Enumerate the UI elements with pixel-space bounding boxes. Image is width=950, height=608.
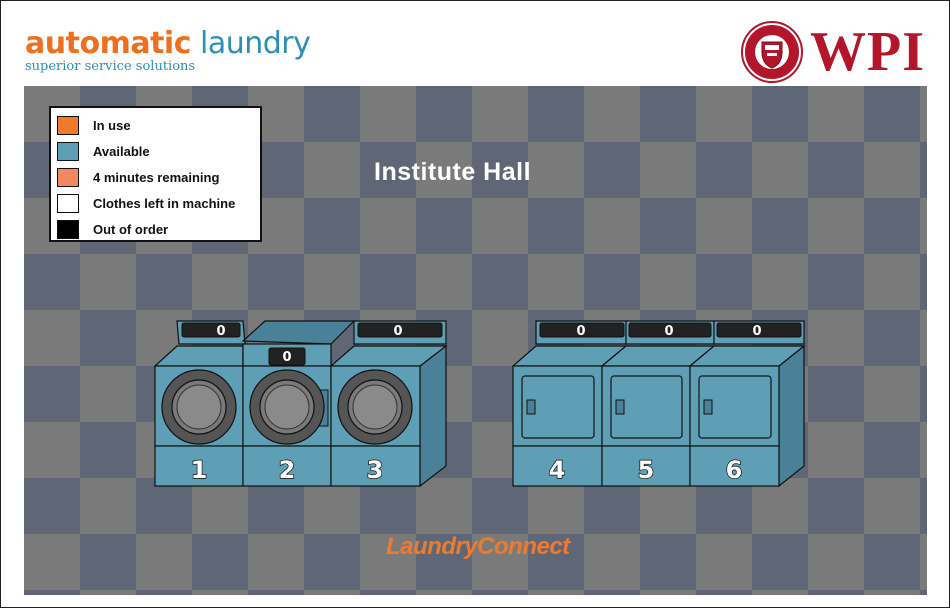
machine-1[interactable]: 0 1 — [153, 320, 246, 487]
washer-bank-side — [419, 344, 447, 488]
brand-name-part1: auto — [25, 26, 100, 61]
machine-number: 4 — [549, 456, 566, 484]
washer-group: 0 1 0 2 0 3 — [153, 320, 448, 488]
machine-number: 2 — [279, 456, 296, 484]
automatic-laundry-logo: automatic laundry superior service solut… — [25, 26, 311, 75]
door-handle-icon — [615, 399, 625, 415]
brand-name-part2: matic — [99, 26, 192, 61]
display-panel — [181, 322, 241, 338]
wpi-logo: WPI — [740, 20, 925, 84]
door-handle-icon — [526, 399, 536, 415]
dryer-group: 0 4 0 5 0 6 — [511, 320, 806, 488]
brand-tagline: superior service solutions — [25, 59, 196, 74]
laundryconnect-logo: LaundryConnect — [386, 533, 570, 560]
floor-map: In use Available 4 minutes remaining Clo… — [24, 86, 927, 595]
machines-layout: 0 1 0 2 0 3 0 4 0 5 0 6 — [153, 320, 806, 488]
wpi-wordmark: WPI — [810, 21, 925, 83]
usage-counter: 0 — [664, 324, 673, 339]
usage-counter: 0 — [282, 350, 291, 365]
brand-name: automatic laundry — [25, 26, 311, 61]
washer-top — [153, 345, 244, 367]
washer-top-lid — [241, 320, 356, 345]
machine-number: 1 — [191, 456, 208, 484]
machine-number: 3 — [367, 456, 384, 484]
wpi-seal-icon — [741, 21, 803, 83]
door-handle-icon — [703, 399, 713, 415]
usage-counter: 0 — [216, 324, 225, 339]
machine-number: 5 — [638, 456, 655, 484]
brand-name-part3: laundry — [190, 26, 311, 61]
dryer-bank-side — [778, 344, 805, 488]
machine-number: 6 — [726, 456, 743, 484]
app-frame: automatic laundry superior service solut… — [0, 0, 950, 608]
usage-counter: 0 — [393, 324, 402, 339]
usage-counter: 0 — [752, 324, 761, 339]
usage-counter: 0 — [576, 324, 585, 339]
